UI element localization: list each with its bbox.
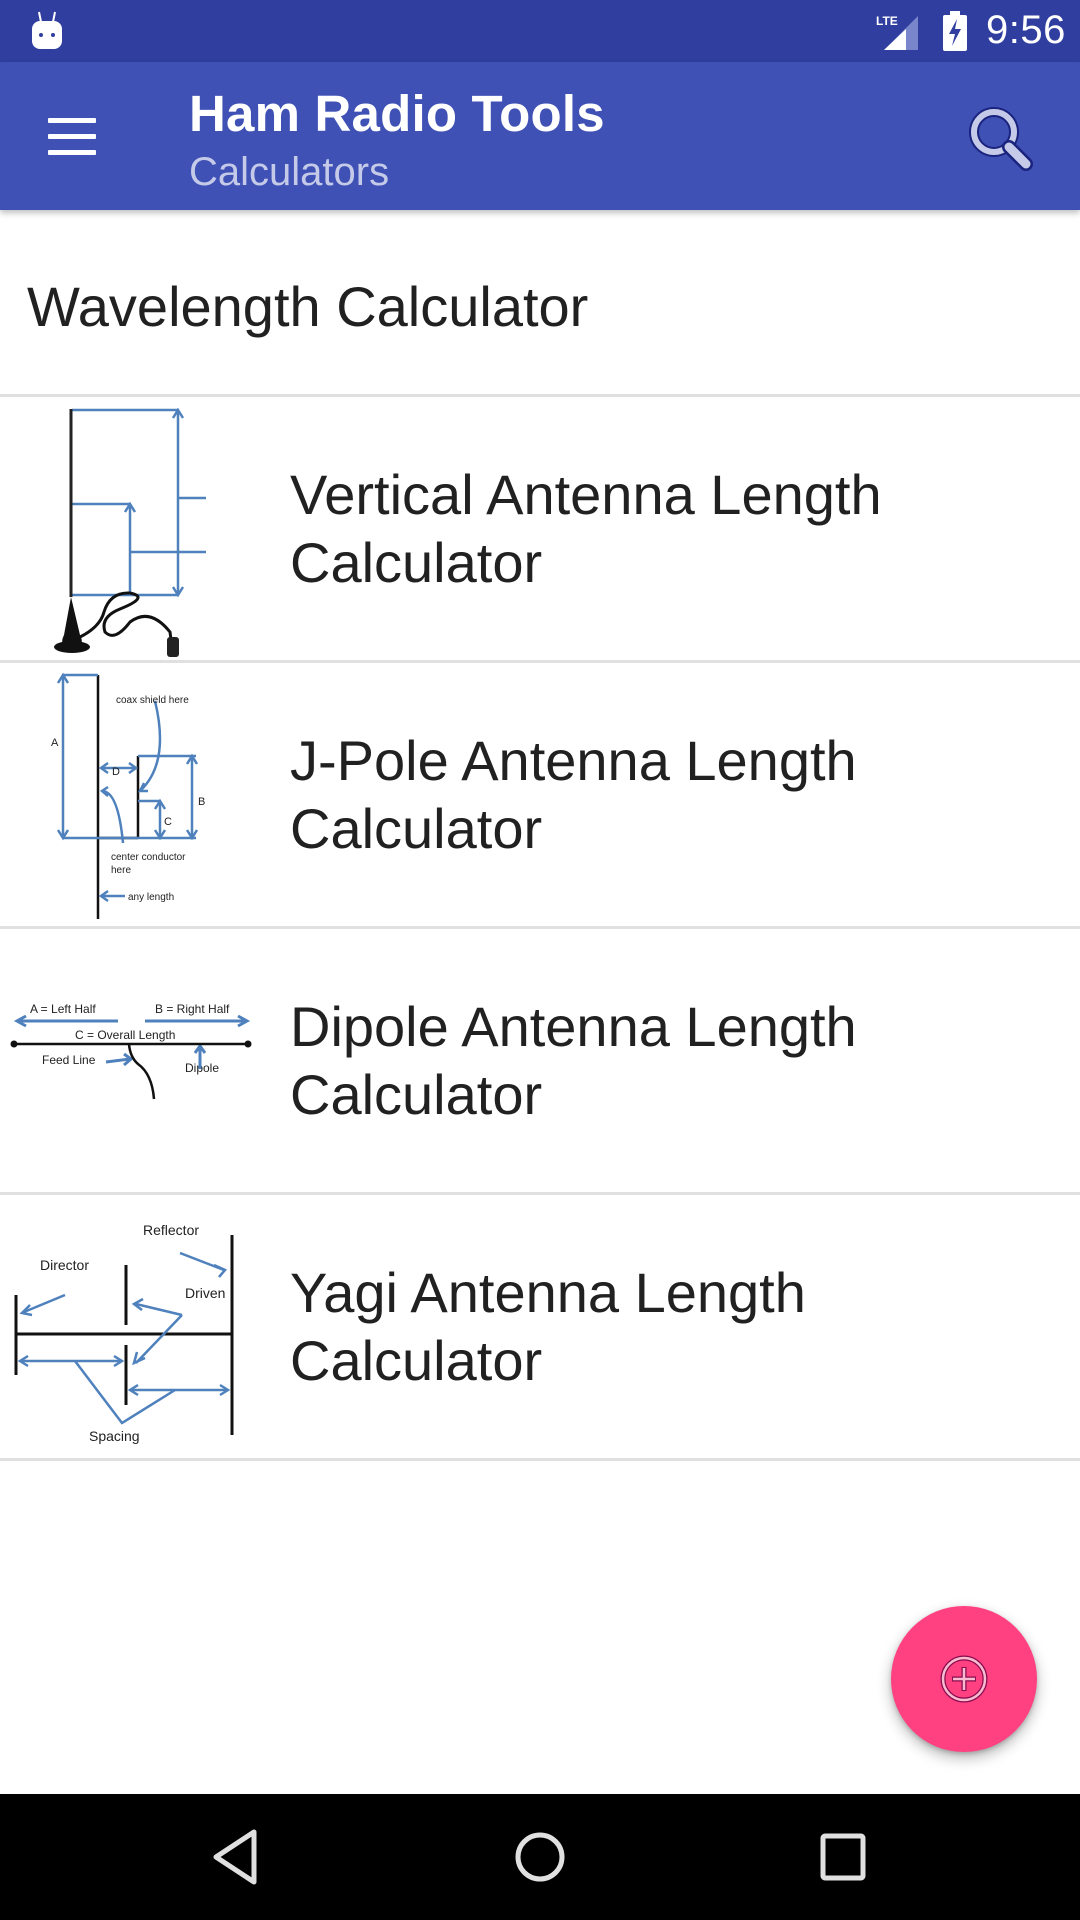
back-triangle-icon [213, 1829, 257, 1885]
list-item-label: J-Pole Antenna Length Calculator [290, 728, 857, 860]
svg-text:B = Right Half: B = Right Half [155, 1002, 230, 1016]
app-subtitle: Calculators [189, 150, 390, 194]
app-title: Ham Radio Tools [189, 85, 605, 142]
nav-recents-button[interactable] [803, 1822, 883, 1892]
svg-text:D: D [112, 766, 120, 778]
android-notification-icon [32, 11, 62, 49]
recents-square-icon [820, 1833, 866, 1881]
list-item-vertical-antenna[interactable]: Vertical Antenna Length Calculator [0, 397, 1080, 660]
svg-text:here: here [111, 865, 131, 876]
lte-signal-icon: LTE [876, 14, 918, 50]
svg-text:C: C [164, 816, 172, 828]
svg-text:A = Left Half: A = Left Half [30, 1002, 96, 1016]
hamburger-menu-icon-bar [48, 134, 96, 139]
clock: 9:56 [986, 8, 1066, 52]
calculator-list: Wavelength Calculator Vertical Antenna L… [0, 210, 1080, 1461]
list-item-dipole-antenna[interactable]: A = Left Half B = Right Half C = Overall… [0, 929, 1080, 1192]
list-item-j-pole-antenna[interactable]: coax shield here A D B C center conducto… [0, 663, 1080, 926]
add-fab-button[interactable] [891, 1606, 1037, 1752]
yagi-antenna-diagram: Reflector Director Driven Spacing [14, 1222, 234, 1444]
dipole-antenna-diagram: A = Left Half B = Right Half C = Overall… [10, 1002, 252, 1100]
search-icon [969, 107, 1033, 171]
svg-text:any length: any length [128, 892, 174, 903]
svg-text:Driven: Driven [185, 1285, 225, 1301]
search-button[interactable] [964, 102, 1040, 178]
svg-text:Dipole: Dipole [185, 1061, 219, 1075]
hamburger-menu-icon-bar [48, 150, 96, 155]
svg-text:Reflector: Reflector [143, 1222, 199, 1238]
hamburger-menu-icon [48, 118, 96, 123]
svg-text:coax shield here: coax shield here [116, 695, 189, 706]
list-item-yagi-antenna[interactable]: Reflector Director Driven Spacing Yagi A… [0, 1195, 1080, 1458]
nav-home-button[interactable] [500, 1822, 580, 1892]
list-item-label: Dipole Antenna Length Calculator [290, 994, 857, 1126]
svg-text:Feed Line: Feed Line [42, 1053, 96, 1067]
add-circle-icon [940, 1655, 988, 1703]
app-bar: Ham Radio Tools Calculators [0, 62, 1080, 210]
svg-text:Director: Director [40, 1257, 89, 1273]
svg-text:Spacing: Spacing [89, 1428, 140, 1444]
home-circle-icon [515, 1832, 565, 1882]
divider [0, 1458, 1080, 1461]
status-bar: LTE 9:56 [0, 0, 1080, 62]
list-item-label: Vertical Antenna Length Calculator [290, 462, 882, 594]
vertical-antenna-diagram [54, 407, 206, 657]
svg-text:center conductor: center conductor [111, 852, 186, 863]
list-item-wavelength-calculator[interactable]: Wavelength Calculator [0, 210, 1080, 394]
hamburger-menu-button[interactable] [40, 110, 104, 162]
system-navigation-bar [0, 1794, 1080, 1920]
svg-text:B: B [198, 796, 205, 808]
battery-charging-icon [943, 11, 967, 51]
svg-text:C = Overall Length: C = Overall Length [75, 1028, 175, 1042]
svg-text:A: A [51, 737, 59, 749]
list-item-label: Yagi Antenna Length Calculator [290, 1260, 806, 1392]
list-item-label: Wavelength Calculator [27, 275, 589, 338]
nav-back-button[interactable] [196, 1822, 276, 1892]
j-pole-antenna-diagram: coax shield here A D B C center conducto… [51, 672, 205, 919]
svg-text:LTE: LTE [876, 14, 898, 28]
